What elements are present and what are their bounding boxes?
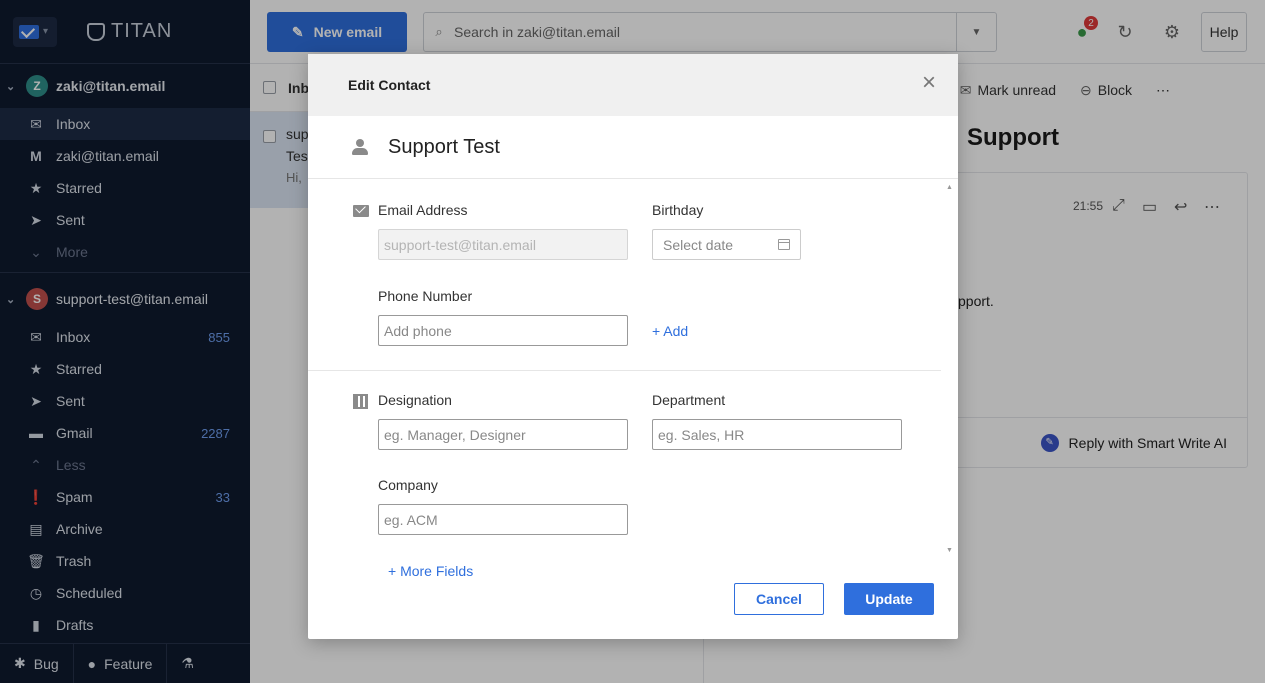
cancel-button[interactable]: Cancel (734, 583, 824, 615)
scroll-up-icon[interactable]: ▲ (946, 184, 953, 191)
edit-contact-dialog: Edit Contact × Support Test ▲ ▼ Email Ad… (308, 54, 958, 639)
section-divider (308, 370, 941, 371)
birthday-label: Birthday (652, 202, 704, 218)
phone-field[interactable]: Add phone (378, 315, 628, 346)
department-field[interactable]: eg. Sales, HR (652, 419, 902, 450)
contact-name-row: Support Test (308, 116, 958, 179)
scroll-down-icon[interactable]: ▼ (946, 547, 953, 554)
email-icon (353, 205, 369, 217)
dialog-title: Edit Contact (348, 77, 431, 93)
update-button[interactable]: Update (844, 583, 934, 615)
department-label: Department (652, 392, 726, 408)
calendar-icon (778, 239, 790, 250)
dialog-header: Edit Contact × (308, 54, 958, 116)
designation-label: Designation (378, 392, 452, 408)
company-field[interactable]: eg. ACM (378, 504, 628, 535)
add-phone-link[interactable]: + Add (652, 323, 688, 339)
birthday-picker[interactable]: Select date (652, 229, 801, 260)
close-icon[interactable]: × (918, 71, 940, 95)
email-field: support-test@titan.email (378, 229, 628, 260)
phone-label: Phone Number (378, 288, 473, 304)
designation-field[interactable]: eg. Manager, Designer (378, 419, 628, 450)
company-label: Company (378, 477, 438, 493)
contact-name[interactable]: Support Test (388, 136, 500, 159)
more-fields-link[interactable]: + More Fields (388, 563, 473, 579)
scrollbar[interactable]: ▲ ▼ (946, 184, 954, 554)
building-icon (353, 394, 368, 409)
person-icon (352, 139, 368, 155)
email-label: Email Address (378, 202, 468, 218)
